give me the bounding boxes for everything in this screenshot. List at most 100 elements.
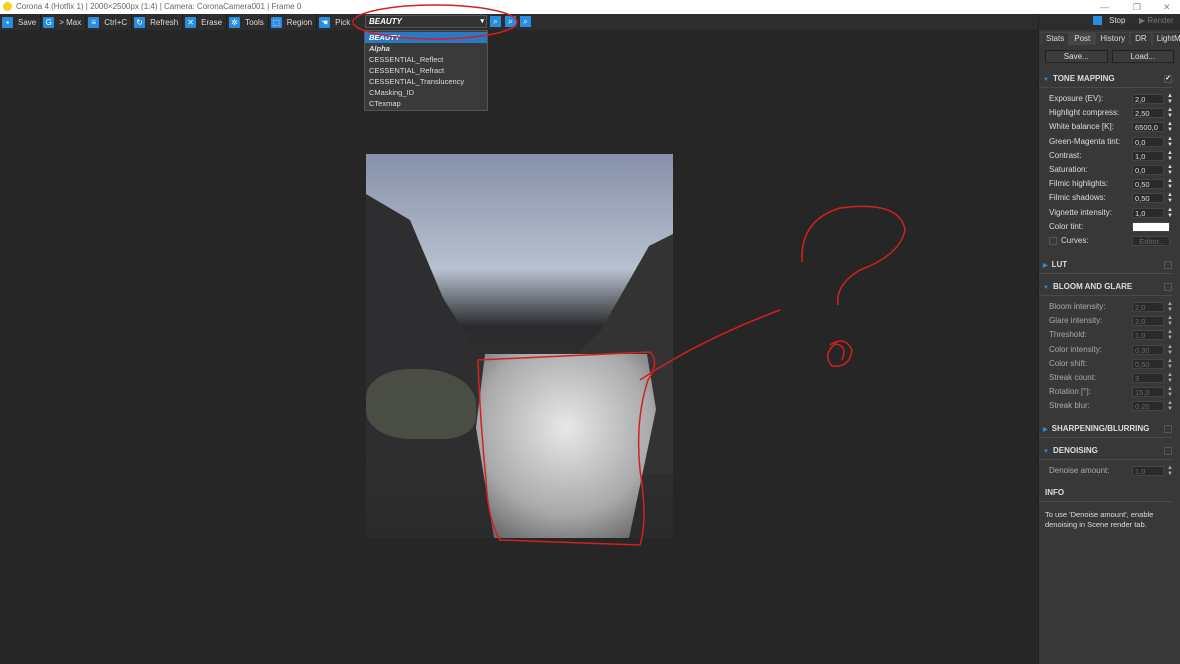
window-title: Corona 4 (Hotfix 1) | 2000×2500px (1:4) …: [16, 2, 302, 11]
param-input[interactable]: 0,50: [1132, 358, 1164, 369]
zoom-out-icon[interactable]: ⌕: [520, 16, 531, 27]
param-input[interactable]: 2,0: [1132, 302, 1164, 313]
color-tint-swatch[interactable]: [1132, 221, 1170, 232]
save-button[interactable]: ▪ Save: [0, 14, 42, 30]
param-input[interactable]: 15,0: [1132, 387, 1164, 398]
spinner-icon[interactable]: ▲ ▼: [1167, 358, 1173, 370]
refresh-button[interactable]: ↻ Refresh: [132, 14, 184, 30]
tools-button[interactable]: ✲ Tools: [227, 14, 269, 30]
param-row: Filmic shadows: 0,50 ▲ ▼: [1039, 191, 1180, 205]
spinner-icon[interactable]: ▲ ▼: [1167, 329, 1173, 341]
lut-checkbox[interactable]: [1164, 261, 1172, 270]
spinner-icon[interactable]: ▲ ▼: [1167, 107, 1173, 119]
section-bloom-glare[interactable]: ▼ BLOOM AND GLARE: [1039, 278, 1172, 297]
param-row: Rotation [°]: 15,0 ▲ ▼: [1039, 385, 1180, 399]
param-input[interactable]: 0,0: [1132, 136, 1164, 147]
save-icon: ▪: [2, 16, 13, 28]
section-tone-mapping[interactable]: ▼ TONE MAPPING ✓: [1039, 70, 1172, 88]
spinner-icon[interactable]: ▲ ▼: [1167, 207, 1173, 219]
tab-lightmix[interactable]: LightMix: [1151, 32, 1180, 45]
param-input[interactable]: 2,0: [1132, 94, 1164, 104]
menu-item-translucency[interactable]: CESSENTIAL_Translucency: [365, 76, 487, 87]
zoom-fit-icon[interactable]: ⌕: [505, 16, 516, 27]
param-input[interactable]: 0,50: [1132, 179, 1164, 190]
param-input[interactable]: 1,0: [1132, 150, 1164, 161]
menu-item-alpha[interactable]: Alpha: [365, 43, 487, 54]
region-icon: ⬚: [270, 16, 282, 28]
param-row: Exposure (EV): 2,0 ▲ ▼: [1039, 92, 1180, 106]
param-label: Color intensity:: [1049, 344, 1102, 354]
param-label: Streak blur:: [1049, 401, 1090, 411]
render-button[interactable]: ▶ Render: [1139, 16, 1174, 25]
copy-button[interactable]: ≡ Ctrl+C: [86, 14, 133, 30]
erase-button[interactable]: ✕ Erase: [183, 14, 228, 30]
denoise-amount-input[interactable]: 1,0: [1132, 465, 1164, 476]
copy-icon: ≡: [88, 16, 100, 28]
load-preset-button[interactable]: Load...: [1111, 50, 1174, 63]
spinner-icon[interactable]: ▲ ▼: [1167, 93, 1173, 105]
spinner-icon[interactable]: ▲ ▼: [1167, 315, 1173, 327]
param-label: Threshold:: [1049, 330, 1087, 340]
param-input[interactable]: 2,0: [1132, 316, 1164, 327]
annotation-question-mark: [801, 205, 906, 306]
param-input[interactable]: 0,30: [1132, 344, 1164, 355]
curves-editor-button[interactable]: Editor...: [1132, 235, 1170, 246]
curves-row: Curves: Editor...: [1039, 234, 1180, 248]
tab-post[interactable]: Post: [1069, 32, 1096, 45]
zoom-in-icon[interactable]: ⌕: [490, 16, 501, 27]
param-input[interactable]: 0,20: [1132, 401, 1164, 412]
curves-checkbox[interactable]: [1049, 236, 1057, 245]
denoise-checkbox[interactable]: [1164, 446, 1172, 455]
tab-stats[interactable]: Stats: [1041, 32, 1070, 45]
menu-item-refract[interactable]: CESSENTIAL_Refract: [365, 65, 487, 76]
save-preset-button[interactable]: Save...: [1045, 50, 1108, 63]
section-sharpening[interactable]: ▶ SHARPENING/BLURRING: [1039, 420, 1172, 438]
param-input[interactable]: 3: [1132, 373, 1164, 383]
spinner-icon[interactable]: ▲ ▼: [1167, 192, 1173, 204]
region-button[interactable]: ⬚ Region: [269, 14, 318, 30]
spinner-icon[interactable]: ▲ ▼: [1167, 150, 1173, 162]
tab-dr[interactable]: DR: [1130, 32, 1152, 45]
section-lut[interactable]: ▶ LUT: [1039, 256, 1172, 275]
max-button[interactable]: G > Max: [41, 14, 87, 30]
menu-item-masking-id[interactable]: CMasking_ID: [365, 87, 487, 98]
menu-item-beauty[interactable]: BEAUTY: [365, 32, 487, 43]
param-row: Bloom intensity: 2,0 ▲ ▼: [1039, 300, 1180, 314]
maximize-icon[interactable]: ❐: [1133, 0, 1141, 14]
param-input[interactable]: 1,0: [1132, 330, 1164, 341]
spinner-icon[interactable]: ▲ ▼: [1167, 386, 1173, 398]
annotation-question-dot: [826, 340, 853, 367]
pick-button[interactable]: ☚ Pick: [317, 14, 356, 30]
spinner-icon[interactable]: ▲ ▼: [1167, 121, 1173, 133]
spinner-icon[interactable]: ▲ ▼: [1167, 372, 1173, 384]
param-input[interactable]: 0,50: [1132, 193, 1164, 204]
menu-item-texmap[interactable]: CTexmap: [365, 98, 487, 109]
section-denoising[interactable]: ▼ DENOISING: [1039, 442, 1172, 460]
param-input[interactable]: 2,50: [1132, 108, 1164, 119]
spinner-icon[interactable]: ▲ ▼: [1167, 301, 1173, 313]
spinner-icon[interactable]: ▲ ▼: [1167, 344, 1173, 356]
minimize-icon[interactable]: —: [1100, 0, 1109, 14]
spinner-icon[interactable]: ▲ ▼: [1167, 164, 1173, 176]
param-input[interactable]: 0,0: [1132, 164, 1164, 175]
stop-button[interactable]: Stop: [1093, 16, 1125, 26]
toolbar: ▪ Save G > Max ≡ Ctrl+C ↻ Refresh ✕ Erase ✲ To…: [0, 14, 1180, 30]
stone: [366, 369, 476, 439]
spinner-icon[interactable]: ▲ ▼: [1167, 178, 1173, 190]
param-label: Vignette intensity:: [1049, 207, 1113, 217]
bloom-checkbox[interactable]: [1164, 283, 1172, 292]
menu-item-reflect[interactable]: CESSENTIAL_Reflect: [365, 54, 487, 65]
sharpen-checkbox[interactable]: [1164, 424, 1172, 433]
tab-history[interactable]: History: [1095, 32, 1131, 45]
chevron-down-icon: ▾: [480, 18, 484, 25]
param-row: Streak count: 3 ▲ ▼: [1039, 371, 1180, 385]
param-input[interactable]: 1,0: [1132, 207, 1164, 218]
param-label: Bloom intensity:: [1049, 302, 1106, 312]
close-icon[interactable]: ✕: [1163, 0, 1171, 14]
param-input[interactable]: 6500,0: [1132, 122, 1164, 133]
spinner-icon[interactable]: ▲ ▼: [1167, 136, 1173, 148]
spinner-icon[interactable]: ▲ ▼: [1167, 465, 1173, 477]
tone-mapping-checkbox[interactable]: ✓: [1164, 75, 1172, 83]
spinner-icon[interactable]: ▲ ▼: [1167, 400, 1173, 412]
render-pass-select[interactable]: BEAUTY ▾: [365, 15, 487, 28]
